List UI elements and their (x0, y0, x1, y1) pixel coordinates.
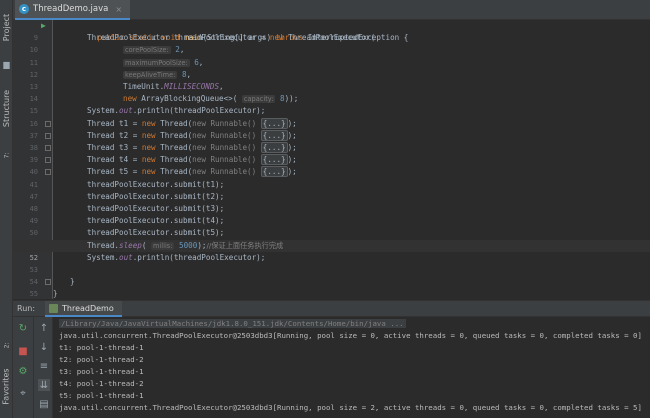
code-line: 9 ▶ public static void main(String[] arg… (13, 20, 650, 42)
run-tab-label: ThreadDemo (62, 303, 114, 313)
fold-marker-icon[interactable] (45, 157, 51, 164)
fold-marker-icon[interactable] (45, 132, 51, 139)
fold-marker-icon[interactable] (45, 169, 51, 176)
code-line: 40 Thread t4 = new Thread(new Runnable()… (29, 154, 297, 177)
run-toolbar-secondary: ↑ ↓ ≡ ⇊ ▤ (34, 317, 53, 418)
code-line: 10 ThreadPoolExecutor threadPoolExecutor… (29, 33, 376, 55)
code-line: 13 keepAliveTime: 8, (29, 69, 192, 91)
code-line: 12 maximumPoolSize: 6, (29, 57, 204, 79)
close-tab-icon[interactable]: × (115, 5, 122, 14)
code-line: 53 System.out.println(threadPoolExecutor… (29, 252, 266, 274)
code-editor[interactable]: 9 ▶ public static void main(String[] arg… (13, 20, 650, 299)
code-line: 39 Thread t3 = new Thread(new Runnable()… (29, 142, 297, 165)
favorites-badge: 2: (3, 342, 10, 348)
pin-tab-icon[interactable]: ⌖ (17, 387, 29, 399)
current-code-line: 52 Thread.sleep( millis: 5000);//保证上面任务执… (13, 239, 650, 262)
fold-marker-icon[interactable] (45, 120, 51, 127)
project-tool-tab-label: Project (2, 13, 11, 41)
run-gutter-icon[interactable]: ▶ (41, 20, 46, 32)
console-line: java.util.concurrent.ThreadPoolExecutor@… (59, 331, 642, 340)
structure-badge: 7: (3, 152, 10, 158)
project-tool-tab[interactable]: Project (0, 4, 13, 50)
soft-wrap-icon[interactable]: ≡ (38, 360, 50, 372)
param-hint: capacity: (241, 95, 276, 104)
code-line: 15 new ArrayBlockingQueue<>( capacity: 8… (29, 94, 299, 116)
code-line: 47 threadPoolExecutor.submit(t1); (29, 179, 225, 201)
param-hint: keepAliveTime: (123, 70, 178, 79)
code-line: 50 threadPoolExecutor.submit(t4); (29, 216, 225, 238)
run-config-icon (49, 303, 58, 313)
code-line: 51 threadPoolExecutor.submit(t5); (30, 228, 225, 249)
console-line: java.util.concurrent.ThreadPoolExecutor@… (59, 403, 642, 412)
folder-icon: ▆ (3, 59, 10, 69)
code-line: 11 corePoolSize: 2, (29, 45, 185, 67)
code-line: 56 } (53, 289, 58, 299)
run-toolbar-primary: ↻ ■ ⚙ ⌖ (13, 317, 34, 418)
code-comment: //保证上面任务执行完成 (206, 240, 284, 250)
console-line: t3: pool-1-thread-1 (59, 367, 144, 376)
console-line: t5: pool-1-thread-1 (59, 391, 144, 400)
scroll-to-end-icon[interactable]: ⇊ (38, 379, 50, 391)
console-line: /Library/Java/JavaVirtualMachines/jdk1.8… (59, 319, 406, 328)
up-arrow-icon[interactable]: ↑ (38, 322, 50, 334)
code-line: 54 (29, 278, 38, 287)
favorites-tool-tab-label: Favorites (2, 367, 12, 405)
fold-marker-icon[interactable] (45, 279, 51, 286)
code-line: 55 } (29, 277, 75, 299)
run-tab-threaddemo[interactable]: ThreadDemo (45, 301, 122, 317)
print-icon[interactable]: ▤ (38, 398, 50, 410)
left-tool-strip: Project ▆ Structure 7: 2: Favorites (0, 0, 13, 418)
collapsed-block[interactable]: {...} (260, 142, 288, 153)
editor-tab-label: ThreadDemo.java (33, 4, 109, 14)
console-line: t4: pool-1-thread-2 (59, 379, 144, 388)
collapsed-block[interactable]: {...} (260, 129, 288, 141)
stop-icon[interactable]: ■ (17, 345, 29, 357)
param-hint: millis: (151, 241, 175, 250)
run-panel-header: Run: ThreadDemo (13, 300, 650, 317)
code-line: 16 System.out.println(threadPoolExecutor… (29, 106, 266, 128)
param-hint: maximumPoolSize: (123, 58, 190, 67)
editor-tab-threaddemo[interactable]: c ThreadDemo.java × (15, 0, 131, 20)
editor-tab-bar: c ThreadDemo.java × (13, 0, 650, 20)
down-arrow-icon[interactable]: ↓ (38, 341, 50, 353)
console-line: t1: pool-1-thread-1 (59, 343, 144, 352)
collapsed-block[interactable]: {...} (260, 166, 288, 178)
structure-tool-tab[interactable]: Structure (0, 78, 13, 138)
rerun-icon[interactable]: ↻ (17, 322, 29, 334)
code-line: 38 Thread t2 = new Thread(new Runnable()… (29, 129, 297, 152)
fold-marker-icon[interactable] (45, 145, 51, 151)
collapsed-block[interactable]: {...} (260, 117, 288, 129)
code-line: 48 threadPoolExecutor.submit(t2); (29, 191, 225, 213)
restore-layout-icon[interactable]: ⚙ (17, 365, 29, 377)
favorites-tool-tab[interactable]: Favorites (0, 356, 13, 416)
console-output[interactable]: /Library/Java/JavaVirtualMachines/jdk1.8… (53, 317, 650, 418)
code-line: 14 TimeUnit.MILLISECONDS, (29, 82, 224, 104)
code-line: 41 Thread t5 = new Thread(new Runnable()… (29, 166, 297, 189)
java-class-icon: c (19, 4, 29, 14)
structure-tool-tab-label: Structure (2, 89, 11, 127)
code-line: 49 threadPoolExecutor.submit(t3); (29, 204, 225, 226)
param-hint: corePoolSize: (123, 46, 171, 55)
console-line: t2: pool-1-thread-2 (59, 355, 144, 364)
collapsed-block[interactable]: {...} (260, 154, 288, 166)
code-line: 37 Thread t1 = new Thread(new Runnable()… (29, 117, 297, 140)
run-panel-label: Run: (17, 304, 36, 313)
